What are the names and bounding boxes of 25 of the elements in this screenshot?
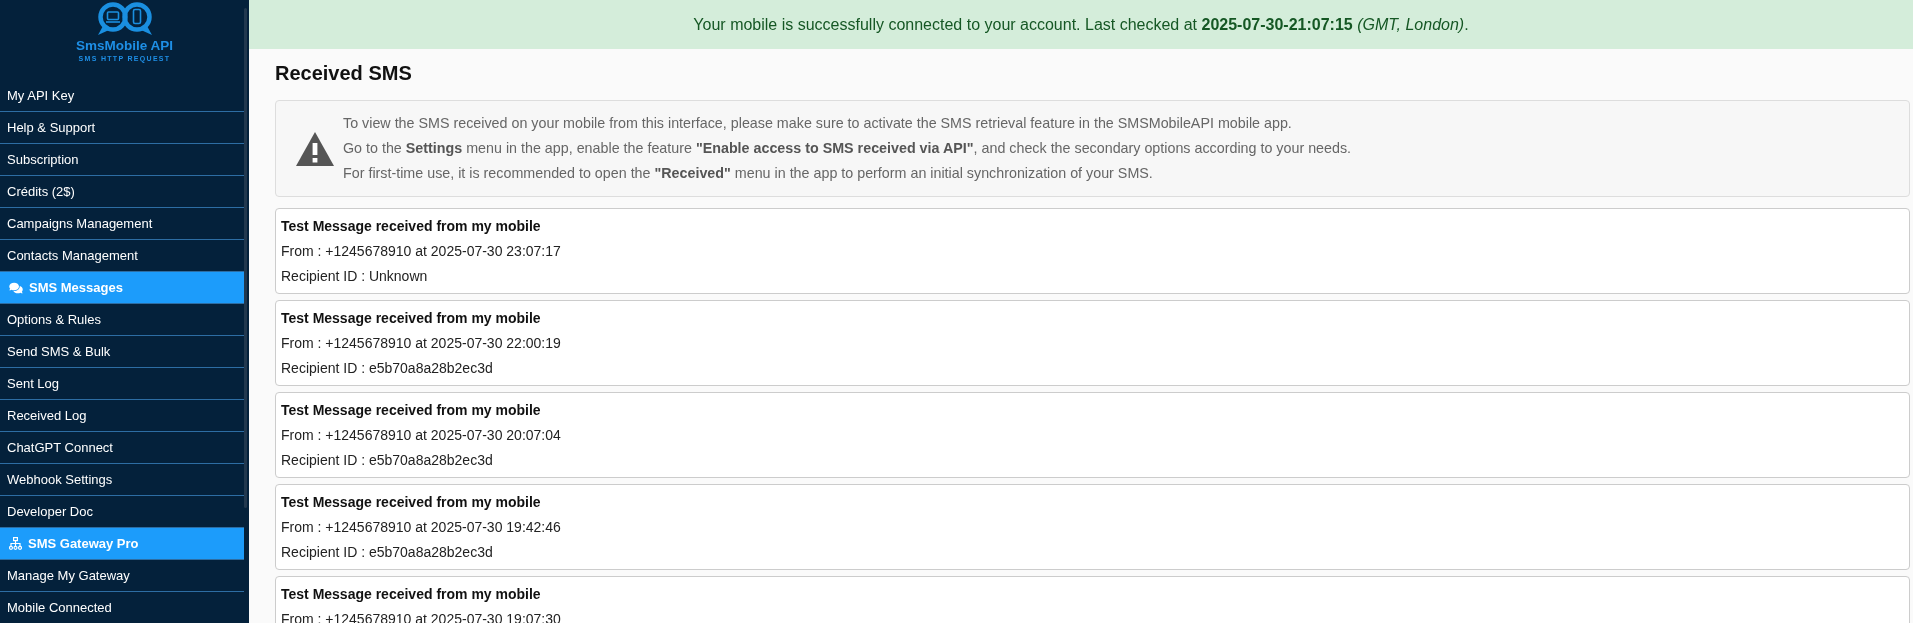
message-title: Test Message received from my mobile: [281, 217, 542, 236]
hierarchy-icon: [9, 537, 22, 550]
notice-text: Go to the Settings menu in the app, enable the feature "Enable access to SMS received via API", and check the secondary options according to your needs.: [343, 139, 1352, 158]
chat-bubbles-icon: [9, 281, 23, 294]
logo-icon: [96, 2, 153, 36]
message-sender: From : +1245678910 at 2025-07-30 23:07:17: [281, 242, 562, 261]
sidebar-link[interactable]: Manage My Gateway: [0, 560, 244, 592]
message-recipient: Recipient ID : e5b70a8a28b2ec3d: [281, 451, 494, 470]
page-title: Received SMS: [275, 61, 413, 85]
message-sender: From : +1245678910 at 2025-07-30 20:07:04: [281, 426, 562, 445]
sidebar-link[interactable]: Mobile Connected: [0, 592, 244, 623]
message-title: Test Message received from my mobile: [281, 585, 542, 604]
message-title: Test Message received from my mobile: [281, 309, 542, 328]
message-sender: From : +1245678910 at 2025-07-30 19:42:46: [281, 518, 562, 537]
message-recipient: Recipient ID : Unknown: [281, 267, 429, 286]
logo-name: SmsMobile API: [76, 39, 173, 53]
notice-text: For first-time use, it is recommended to open the "Received" menu in the app to perform an initial synchronization of your SMS.: [343, 164, 1154, 183]
notice-text: To view the SMS received on your mobile from this interface, please make sure to activate the SMS retrieval feature in the SMSMobileAPI mobile app.: [343, 114, 1293, 133]
message-recipient: Recipient ID : e5b70a8a28b2ec3d: [281, 359, 494, 378]
status-message: Your mobile is successfully connected to your account. Last checked at 2025-07-30-21:07:15 (GMT, London).: [693, 15, 1469, 34]
warning-icon: [296, 131, 334, 166]
message-title: Test Message received from my mobile: [281, 493, 542, 512]
message-recipient: Recipient ID : e5b70a8a28b2ec3d: [281, 543, 494, 562]
message-title: Test Message received from my mobile: [281, 401, 542, 420]
message-sender: From : +1245678910 at 2025-07-30 22:00:19: [281, 334, 562, 353]
